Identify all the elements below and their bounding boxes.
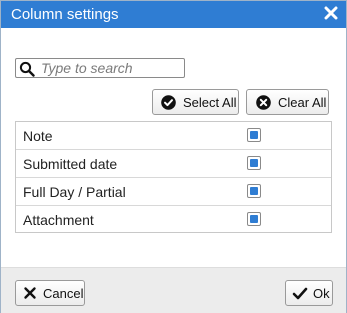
cancel-label: Cancel [43, 286, 84, 301]
column-list: Note Submitted date Full Day / Partial A… [15, 121, 332, 233]
column-label: Attachment [23, 212, 94, 228]
column-row-submitted-date[interactable]: Submitted date [16, 150, 331, 178]
column-checkbox-submitted-date[interactable] [247, 156, 261, 170]
column-row-full-day-partial[interactable]: Full Day / Partial [16, 178, 331, 206]
column-settings-dialog: Column settings Select All [0, 0, 347, 313]
clear-all-label: Clear All [278, 95, 327, 110]
column-label: Submitted date [23, 156, 118, 172]
ok-button[interactable]: Ok [285, 280, 333, 306]
checkmark-icon [292, 286, 308, 301]
dialog-titlebar: Column settings [1, 1, 346, 28]
dialog-title: Column settings [11, 6, 119, 23]
search-input[interactable] [41, 60, 181, 76]
x-icon [23, 286, 38, 301]
ok-label: Ok [313, 286, 330, 301]
x-circle-icon [256, 95, 271, 110]
column-checkbox-full-day-partial[interactable] [247, 184, 261, 198]
search-icon [19, 61, 35, 77]
column-label: Note [23, 128, 53, 144]
close-icon[interactable] [324, 6, 338, 20]
select-all-label: Select All [183, 95, 237, 110]
column-checkbox-attachment[interactable] [247, 212, 261, 226]
select-all-button[interactable]: Select All [152, 89, 239, 115]
column-row-note[interactable]: Note [16, 122, 331, 150]
clear-all-button[interactable]: Clear All [246, 89, 329, 115]
check-circle-icon [161, 95, 176, 110]
cancel-button[interactable]: Cancel [15, 280, 85, 306]
column-label: Full Day / Partial [23, 184, 126, 200]
search-box[interactable] [15, 58, 185, 78]
column-checkbox-note[interactable] [247, 128, 261, 142]
column-row-attachment[interactable]: Attachment [16, 206, 331, 234]
